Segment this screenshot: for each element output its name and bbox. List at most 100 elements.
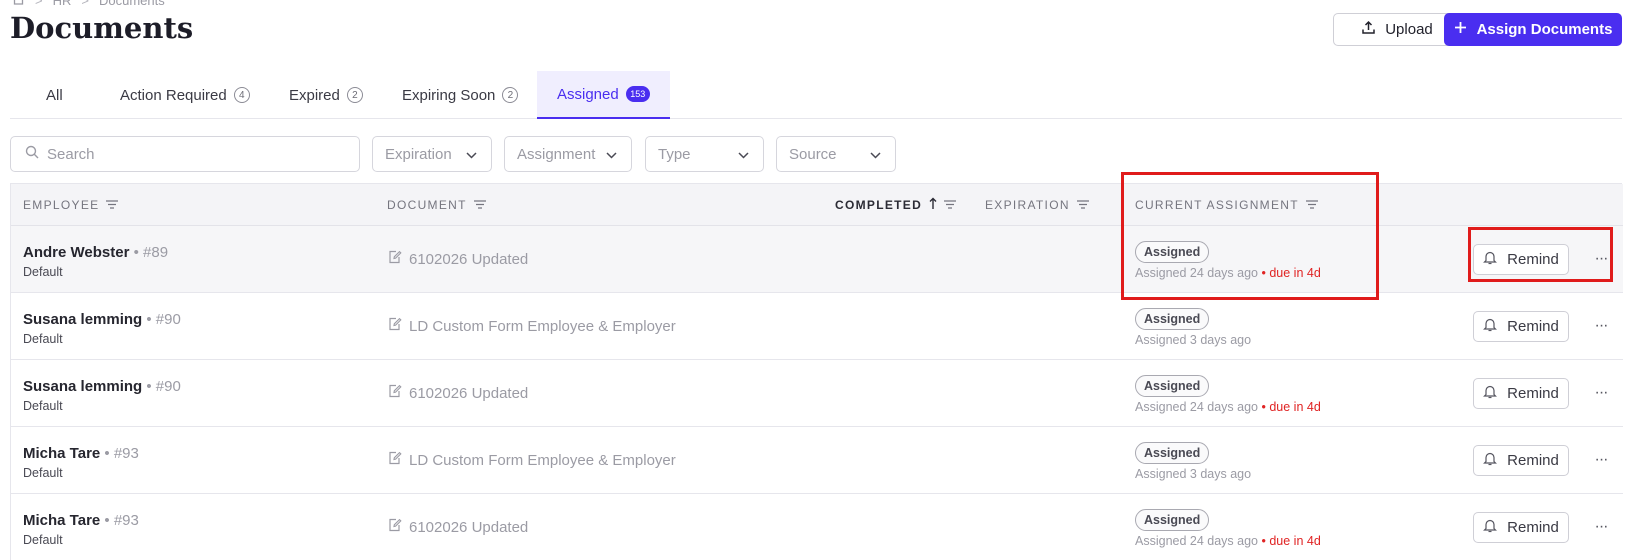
filter-lines-icon[interactable] xyxy=(944,198,957,212)
column-label: Employee xyxy=(23,198,100,212)
type-filter-label: Type xyxy=(658,145,691,163)
document-link[interactable]: 6102026 Updated xyxy=(388,250,528,268)
filter-lines-icon[interactable] xyxy=(1076,198,1089,212)
employee-name-text: Andre Webster xyxy=(23,244,130,261)
tab-expiring-soon[interactable]: Expiring Soon 2 xyxy=(402,71,519,119)
bell-icon xyxy=(1483,250,1498,269)
tab-label: Expired xyxy=(289,86,340,104)
tab-action-required[interactable]: Action Required 4 xyxy=(120,71,250,119)
status-badge: Assigned xyxy=(1135,375,1210,397)
status-badge: Assigned xyxy=(1135,509,1210,531)
more-options-icon[interactable]: ··· xyxy=(1591,315,1611,337)
employee-id: • #90 xyxy=(146,311,181,328)
expiration-filter-label: Expiration xyxy=(385,145,452,163)
more-options-icon[interactable]: ··· xyxy=(1591,449,1611,471)
upload-label: Upload xyxy=(1385,21,1433,38)
breadcrumb-separator: > xyxy=(35,0,43,8)
tab-label: Action Required xyxy=(120,86,227,104)
tab-count: 153 xyxy=(625,86,650,102)
status-badge: Assigned xyxy=(1135,241,1210,263)
status-badge: Assigned xyxy=(1135,308,1210,330)
document-link[interactable]: LD Custom Form Employee & Employer xyxy=(388,451,676,469)
assigned-ago: Assigned 3 days ago xyxy=(1135,467,1252,481)
tab-count: 2 xyxy=(346,87,363,103)
source-filter[interactable]: Source xyxy=(776,136,896,172)
table-row[interactable]: Micha Tare • #93 Default LD Custom Form … xyxy=(11,427,1623,494)
filter-lines-icon[interactable] xyxy=(1305,198,1318,212)
remind-label: Remind xyxy=(1507,251,1559,268)
remind-button[interactable]: Remind xyxy=(1473,512,1569,543)
employee-name[interactable]: Susana lemming • #90 xyxy=(23,311,181,328)
assignment-filter[interactable]: Assignment xyxy=(504,136,632,172)
table-row[interactable]: Micha Tare • #93 Default 6102026 Updated… xyxy=(11,494,1623,560)
more-options-icon[interactable]: ··· xyxy=(1591,248,1611,270)
page-title: Documents xyxy=(10,11,194,45)
filter-lines-icon[interactable] xyxy=(106,198,119,212)
document-tabs: All Action Required 4 Expired 2 Expiring… xyxy=(10,71,1622,119)
column-label: Completed xyxy=(835,198,923,212)
remind-button[interactable]: Remind xyxy=(1473,378,1569,409)
column-label: Document xyxy=(387,198,467,212)
due-text: • due in 4d xyxy=(1261,400,1321,414)
employee-name[interactable]: Micha Tare • #93 xyxy=(23,512,139,529)
breadcrumb: > HR > Documents xyxy=(12,0,165,8)
filter-lines-icon[interactable] xyxy=(473,198,486,212)
bell-icon xyxy=(1483,451,1498,470)
breadcrumb-item-hr[interactable]: HR xyxy=(53,0,72,8)
assignment-meta: Assigned 3 days ago xyxy=(1135,467,1251,481)
search-field[interactable] xyxy=(10,136,360,172)
assign-documents-button[interactable]: Assign Documents xyxy=(1444,13,1622,46)
assigned-ago: Assigned 3 days ago xyxy=(1135,333,1252,347)
column-label: Expiration xyxy=(985,198,1070,212)
assignment-filter-label: Assignment xyxy=(517,145,596,163)
remind-label: Remind xyxy=(1507,385,1559,402)
expiration-filter[interactable]: Expiration xyxy=(372,136,492,172)
document-link[interactable]: LD Custom Form Employee & Employer xyxy=(388,317,676,335)
tab-label: All xyxy=(46,86,63,104)
assignment-meta: Assigned 24 days ago • due in 4d xyxy=(1135,534,1321,548)
tab-expired[interactable]: Expired 2 xyxy=(289,71,363,119)
employee-name[interactable]: Susana lemming • #90 xyxy=(23,378,181,395)
document-link[interactable]: 6102026 Updated xyxy=(388,518,528,536)
due-text: • due in 4d xyxy=(1261,534,1321,548)
document-name: 6102026 Updated xyxy=(409,250,529,268)
employee-id: • #93 xyxy=(104,512,139,529)
remind-button[interactable]: Remind xyxy=(1473,244,1569,275)
more-options-icon[interactable]: ··· xyxy=(1591,516,1611,538)
document-link[interactable]: 6102026 Updated xyxy=(388,384,528,402)
table-row[interactable]: Susana lemming • #90 Default 6102026 Upd… xyxy=(11,360,1623,427)
column-employee[interactable]: Employee xyxy=(23,184,119,226)
column-expiration[interactable]: Expiration xyxy=(985,184,1089,226)
column-document[interactable]: Document xyxy=(387,184,486,226)
type-filter[interactable]: Type xyxy=(645,136,764,172)
due-text: • due in 4d xyxy=(1261,266,1321,280)
column-current-assignment[interactable]: Current Assignment xyxy=(1135,184,1318,226)
search-input[interactable] xyxy=(47,145,337,163)
home-icon[interactable] xyxy=(12,0,25,8)
column-completed[interactable]: Completed xyxy=(835,184,957,226)
employee-name-text: Micha Tare xyxy=(23,512,101,529)
employee-name[interactable]: Micha Tare • #93 xyxy=(23,445,139,462)
remind-button[interactable]: Remind xyxy=(1473,445,1569,476)
assigned-ago: Assigned 24 days ago xyxy=(1135,534,1259,548)
employee-name[interactable]: Andre Webster • #89 xyxy=(23,244,168,261)
tab-assigned[interactable]: Assigned 153 xyxy=(537,71,670,119)
sort-arrow-up-icon[interactable] xyxy=(929,197,937,213)
document-edit-icon xyxy=(388,451,402,469)
remind-button[interactable]: Remind xyxy=(1473,311,1569,342)
bell-icon xyxy=(1483,384,1498,403)
breadcrumb-separator: > xyxy=(81,0,89,8)
tab-count: 4 xyxy=(233,87,250,103)
table-row[interactable]: Susana lemming • #90 Default LD Custom F… xyxy=(11,293,1623,360)
employee-name-text: Susana lemming xyxy=(23,311,143,328)
document-edit-icon xyxy=(388,384,402,402)
table-row[interactable]: Andre Webster • #89 Default 6102026 Upda… xyxy=(11,226,1623,293)
upload-button[interactable]: Upload xyxy=(1333,13,1461,46)
more-options-icon[interactable]: ··· xyxy=(1591,382,1611,404)
breadcrumb-item-documents[interactable]: Documents xyxy=(99,0,165,8)
remind-label: Remind xyxy=(1507,519,1559,536)
status-badge: Assigned xyxy=(1135,442,1210,464)
employee-group: Default xyxy=(23,533,63,547)
employee-id: • #89 xyxy=(133,244,169,261)
tab-all[interactable]: All xyxy=(46,71,63,119)
